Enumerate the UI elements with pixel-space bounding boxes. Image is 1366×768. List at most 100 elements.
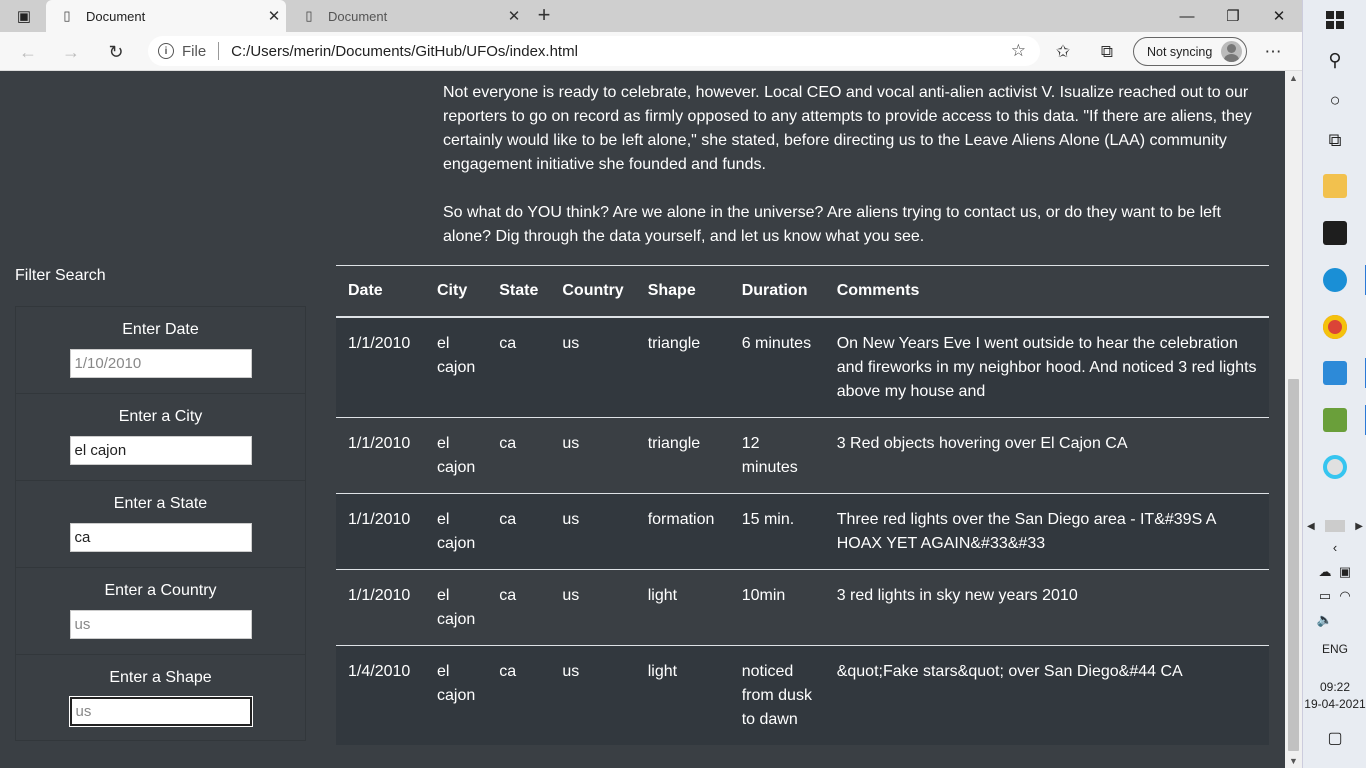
- show-hidden-icons-icon[interactable]: ‹: [1315, 540, 1355, 555]
- windows-start-icon[interactable]: [1323, 8, 1347, 32]
- add-favorite-icon[interactable]: ☆: [1011, 41, 1026, 61]
- notes-app-icon[interactable]: [1323, 408, 1347, 432]
- refresh-button[interactable]: ↻: [104, 40, 128, 64]
- profile-sync-button[interactable]: Not syncing: [1133, 37, 1247, 66]
- file-explorer-icon[interactable]: [1323, 174, 1347, 198]
- minimize-button[interactable]: —: [1164, 0, 1210, 32]
- cell-country: us: [550, 569, 636, 646]
- cell-city: el cajon: [425, 317, 488, 418]
- cell-date: 1/4/2010: [348, 663, 411, 680]
- document-icon: ▯: [63, 8, 71, 23]
- page-viewport: Not everyone is ready to celebrate, howe…: [0, 71, 1285, 768]
- header-duration: Duration: [729, 265, 825, 318]
- tab-inactive[interactable]: ▯ Document ✕: [288, 0, 526, 32]
- cell-comments: 3 red lights in sky new years 2010: [824, 569, 1269, 646]
- battery-icon[interactable]: ▭: [1315, 588, 1335, 604]
- search-icon[interactable]: ⚲: [1323, 48, 1347, 72]
- edge-icon[interactable]: [1323, 268, 1347, 292]
- close-tab-icon[interactable]: ✕: [502, 7, 526, 25]
- header-city: City: [425, 265, 488, 318]
- date-input[interactable]: [69, 349, 252, 378]
- cell-country: us: [550, 317, 636, 418]
- cell-city: el cajon: [425, 493, 488, 570]
- header-shape: Shape: [635, 265, 730, 318]
- filter-search-heading: Filter Search: [15, 267, 106, 284]
- cell-comments: &quot;Fake stars&quot; over San Diego&#4…: [836, 663, 1183, 680]
- country-input[interactable]: [69, 610, 252, 639]
- taskbar-scroll[interactable]: ◀ ▶: [1303, 518, 1366, 534]
- cell-shape: light: [635, 569, 730, 646]
- chevron-left-icon[interactable]: ◀: [1307, 521, 1315, 532]
- scroll-thumb[interactable]: [1288, 379, 1299, 751]
- address-divider: [218, 42, 220, 60]
- vscode-icon[interactable]: [1323, 361, 1347, 385]
- cell-duration: noticed from dusk to dawn: [741, 663, 812, 728]
- cell-duration: 12 minutes: [729, 417, 825, 494]
- cell-duration: 6 minutes: [729, 317, 825, 418]
- collections-icon[interactable]: ⧉: [1096, 41, 1118, 63]
- tab-title: Document: [86, 8, 146, 24]
- volume-icon[interactable]: 🔈: [1315, 612, 1335, 628]
- filter-country: Enter a Country: [16, 568, 305, 655]
- clock-time[interactable]: 09:22: [1303, 680, 1366, 694]
- vertical-scrollbar[interactable]: ▲ ▼: [1285, 71, 1302, 768]
- table-header-row: Date City State Country Shape Duration C…: [336, 265, 1269, 318]
- close-window-button[interactable]: ✕: [1256, 0, 1302, 32]
- cell-shape: triangle: [635, 317, 730, 418]
- cell-city: el cajon: [425, 569, 488, 646]
- close-tab-icon[interactable]: ✕: [262, 7, 286, 25]
- header-country: Country: [550, 265, 636, 318]
- cell-state: ca: [487, 493, 551, 570]
- cell-date: 1/1/2010: [336, 493, 425, 570]
- onedrive-icon[interactable]: ☁: [1315, 564, 1335, 580]
- tab-strip: ▣ ▯ Document ✕ ▯ Document ✕ + — ❐ ✕: [0, 0, 1302, 32]
- shape-input[interactable]: [69, 697, 252, 726]
- avatar: [1221, 41, 1242, 62]
- chevron-right-icon[interactable]: ▶: [1355, 521, 1363, 532]
- browser-toolbar: ← → ↻ i File C:/Users/merin/Documents/Gi…: [0, 32, 1302, 71]
- document-icon: ▯: [305, 8, 313, 23]
- wifi-icon[interactable]: ◠: [1335, 588, 1355, 604]
- cortana-icon[interactable]: ○: [1323, 88, 1347, 112]
- filter-panel: Enter Date Enter a City Enter a State En…: [15, 306, 306, 741]
- filter-shape: Enter a Shape: [16, 655, 305, 742]
- city-input[interactable]: [69, 436, 252, 465]
- tab-actions-icon[interactable]: ▣: [10, 6, 38, 26]
- address-url[interactable]: C:/Users/merin/Documents/GitHub/UFOs/ind…: [231, 43, 578, 60]
- filter-label: Enter Date: [122, 321, 199, 338]
- address-bar[interactable]: i File C:/Users/merin/Documents/GitHub/U…: [148, 36, 1040, 66]
- task-view-icon[interactable]: ⧉: [1323, 128, 1347, 152]
- address-prefix: File: [182, 42, 207, 60]
- more-menu-icon[interactable]: ⋯: [1262, 41, 1284, 63]
- scroll-up-icon[interactable]: ▲: [1289, 73, 1298, 83]
- scroll-down-icon[interactable]: ▼: [1289, 756, 1298, 766]
- forward-button[interactable]: →: [59, 40, 83, 64]
- language-indicator[interactable]: ENG: [1303, 642, 1366, 656]
- cell-comments: Three red lights over the San Diego area…: [824, 493, 1269, 570]
- info-icon[interactable]: i: [158, 43, 174, 59]
- cell-duration: 15 min.: [729, 493, 825, 570]
- clock-date[interactable]: 19-04-2021: [1303, 697, 1366, 711]
- cell-comments: 3 Red objects hovering over El Cajon CA: [824, 417, 1269, 494]
- cell-country: us: [550, 493, 636, 570]
- back-button[interactable]: ←: [16, 40, 40, 64]
- slack-icon[interactable]: [1323, 455, 1347, 479]
- meet-now-icon[interactable]: ▣: [1335, 564, 1355, 580]
- cell-city: el cajon: [437, 663, 476, 704]
- header-state: State: [487, 265, 551, 318]
- cell-country: us: [550, 417, 636, 494]
- tab-active[interactable]: ▯ Document ✕: [46, 0, 286, 32]
- restore-button[interactable]: ❐: [1210, 0, 1256, 32]
- cell-date: 1/1/2010: [336, 417, 425, 494]
- terminal-icon[interactable]: [1323, 221, 1347, 245]
- chrome-icon[interactable]: [1323, 315, 1347, 339]
- cell-comments: On New Years Eve I went outside to hear …: [824, 317, 1269, 418]
- taskbar-scroll-thumb[interactable]: [1325, 520, 1345, 532]
- filter-label: Enter a State: [113, 495, 208, 512]
- notifications-icon[interactable]: ▢: [1315, 728, 1355, 748]
- favorites-icon[interactable]: ✩: [1052, 41, 1074, 63]
- filter-state: Enter a State: [16, 481, 305, 568]
- state-input[interactable]: [69, 523, 252, 552]
- table-row: 1/1/2010 el cajon ca us triangle 6 minut…: [336, 317, 1269, 418]
- new-tab-button[interactable]: +: [532, 4, 556, 28]
